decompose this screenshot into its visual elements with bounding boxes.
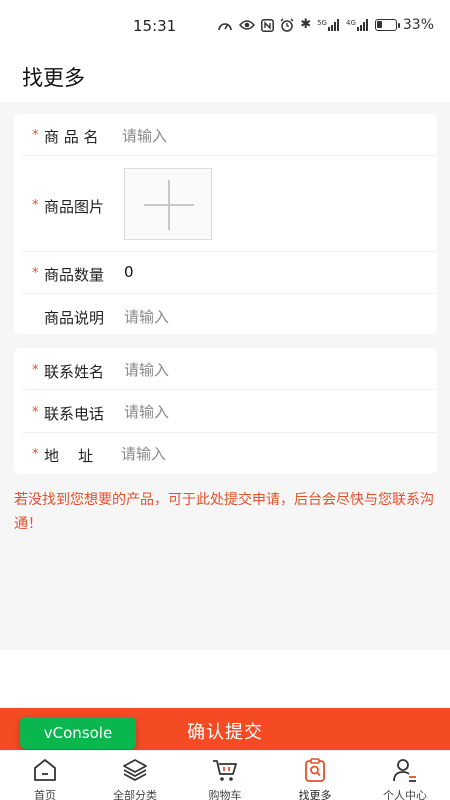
product-name-row[interactable]: * 商 品 名 请输入 xyxy=(14,114,437,156)
address-row[interactable]: * 地 址 请输入 xyxy=(14,433,437,474)
status-bar: 15:31 ✱ 5G 4G 33% xyxy=(0,0,450,52)
tab-cart[interactable]: 购物车 xyxy=(180,751,270,800)
contact-phone-row[interactable]: * 联系电话 请输入 xyxy=(14,390,437,433)
product-qty-row[interactable]: * 商品数量 0 xyxy=(14,252,437,294)
battery-percent: 33% xyxy=(402,17,434,33)
alarm-icon xyxy=(280,18,294,32)
network-5g-label: 5G xyxy=(317,19,327,27)
signal-5g: 5G xyxy=(317,19,340,31)
contact-name-label: 联系姓名 xyxy=(44,363,105,381)
network-4g-label: 4G xyxy=(345,19,356,27)
tab-home[interactable]: 首页 xyxy=(0,751,90,800)
tab-home-label: 首页 xyxy=(34,789,56,800)
signal-4g: 4G xyxy=(346,19,369,31)
page-title: 找更多 xyxy=(22,66,85,90)
eye-icon xyxy=(239,20,256,30)
nfc-icon xyxy=(261,18,275,32)
vconsole-button[interactable]: vConsole xyxy=(20,717,136,749)
signal-bars-icon xyxy=(356,19,368,31)
address-input[interactable]: 请输入 xyxy=(121,443,166,464)
tab-profile-label: 个人中心 xyxy=(383,789,427,800)
contact-card: * 联系姓名 请输入 * 联系电话 请输入 * 地 址 请输入 xyxy=(14,348,437,474)
user-icon xyxy=(393,759,416,782)
bluetooth-icon: ✱ xyxy=(300,17,312,32)
product-image-row: * 商品图片 xyxy=(14,156,437,252)
contact-phone-label: 联系电话 xyxy=(44,405,105,423)
address-label: 地 址 xyxy=(44,447,94,465)
product-qty-label: 商品数量 xyxy=(44,266,105,284)
product-desc-label: 商品说明 xyxy=(44,309,105,327)
plus-icon-stroke xyxy=(168,180,170,230)
cart-icon xyxy=(213,760,237,781)
product-desc-input[interactable]: 请输入 xyxy=(124,306,169,327)
tab-categories[interactable]: 全部分类 xyxy=(90,751,180,800)
status-icons: ✱ 5G 4G 33% xyxy=(217,17,434,33)
tab-profile[interactable]: 个人中心 xyxy=(360,751,450,800)
contact-name-input[interactable]: 请输入 xyxy=(124,359,169,380)
speedometer-icon xyxy=(218,23,232,31)
product-name-label: 商 品 名 xyxy=(44,128,99,146)
layers-icon xyxy=(123,759,147,781)
home-icon xyxy=(34,759,56,781)
required-mark: * xyxy=(32,363,39,378)
tab-cart-label: 购物车 xyxy=(208,789,242,800)
product-card: * 商 品 名 请输入 * 商品图片 * 商品数量 0 商品说明 请输入 xyxy=(14,114,437,334)
status-time: 15:31 xyxy=(133,17,177,35)
tab-categories-label: 全部分类 xyxy=(113,789,157,800)
product-name-input[interactable]: 请输入 xyxy=(122,125,167,146)
contact-name-row[interactable]: * 联系姓名 请输入 xyxy=(14,348,437,390)
product-image-label: 商品图片 xyxy=(44,198,105,216)
product-desc-row[interactable]: 商品说明 请输入 xyxy=(14,294,437,334)
required-mark: * xyxy=(32,198,39,213)
tab-find-more[interactable]: 找更多 xyxy=(270,751,360,800)
required-mark: * xyxy=(32,128,39,143)
form-content: * 商 品 名 请输入 * 商品图片 * 商品数量 0 商品说明 请输入 * 联… xyxy=(0,102,450,650)
battery-fill xyxy=(376,21,383,28)
contact-phone-input[interactable]: 请输入 xyxy=(124,401,169,422)
required-mark: * xyxy=(32,405,39,420)
product-qty-input[interactable]: 0 xyxy=(124,263,134,281)
bottom-tabbar: 首页 全部分类 购物车 找更多 个人中心 xyxy=(0,750,450,800)
required-mark: * xyxy=(32,447,39,462)
tab-find-more-label: 找更多 xyxy=(298,789,332,800)
battery-icon xyxy=(374,19,400,31)
search-bag-icon xyxy=(305,758,325,782)
submit-notice: 若没找到您想要的产品，可于此处提交申请，后台会尽快与您联系沟通！ xyxy=(14,492,434,532)
image-upload-button[interactable] xyxy=(124,168,212,240)
required-mark: * xyxy=(32,266,39,281)
page-header: 找更多 xyxy=(0,52,450,102)
signal-bars-icon xyxy=(327,19,339,31)
